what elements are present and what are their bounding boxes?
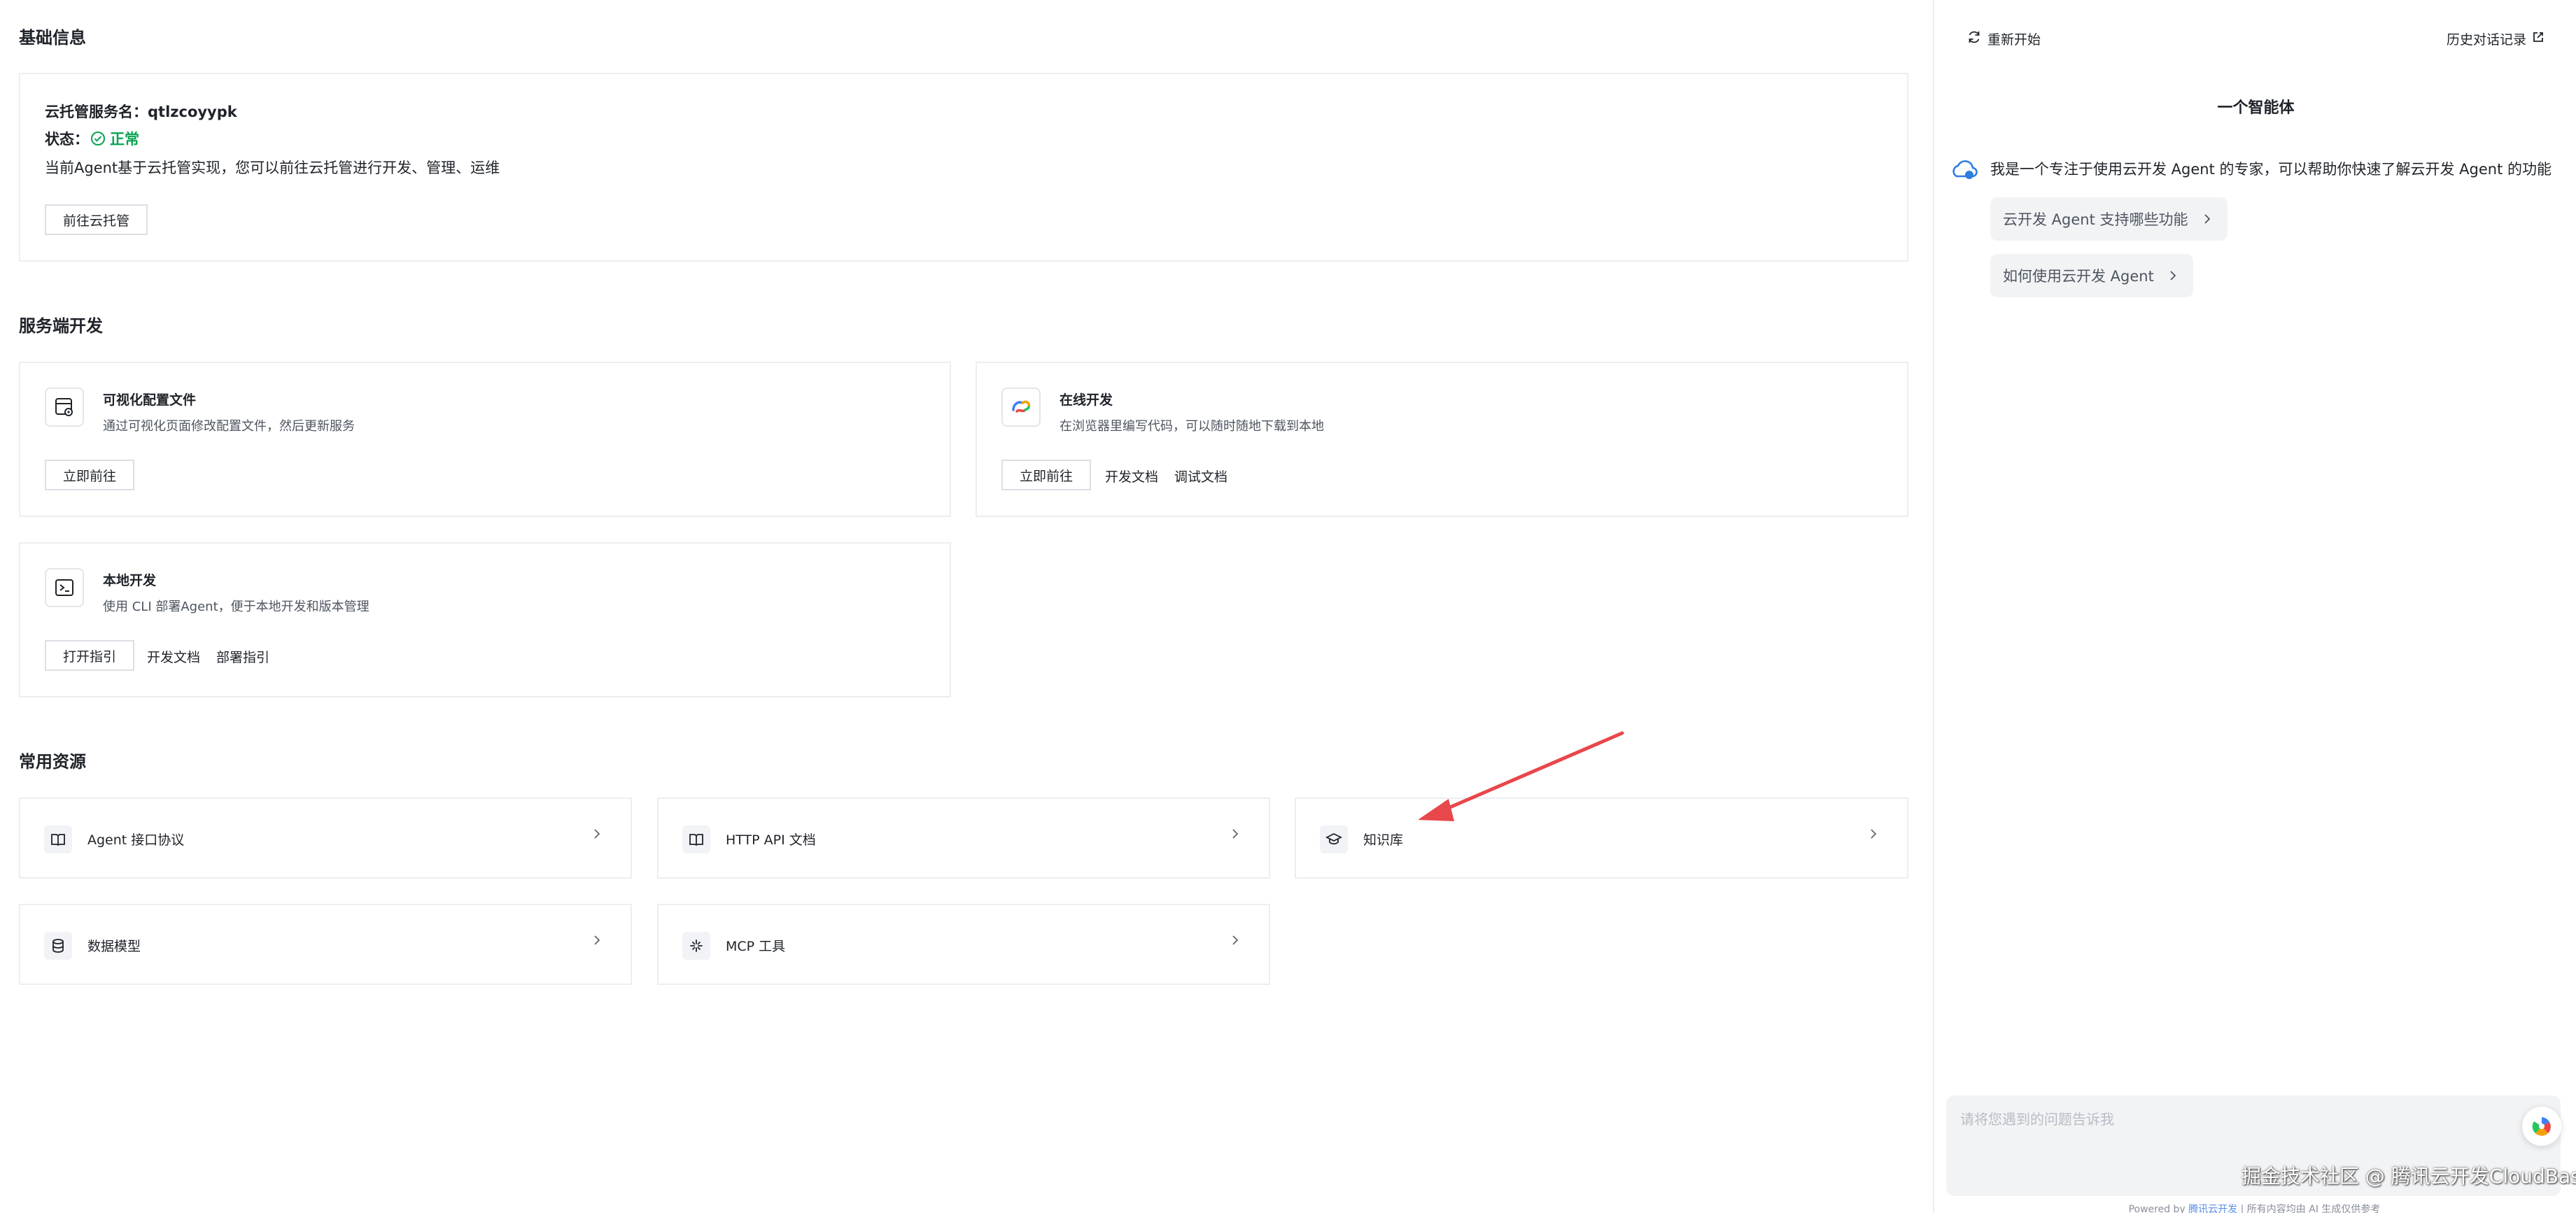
suggestion-features[interactable]: 云开发 Agent 支持哪些功能 bbox=[1990, 197, 2227, 241]
suggestion-label: 如何使用云开发 Agent bbox=[2003, 268, 2154, 285]
config-file-icon bbox=[45, 388, 84, 427]
book-icon bbox=[682, 825, 710, 853]
agent-avatar-icon bbox=[1950, 158, 1978, 185]
watermark: 掘金技术社区 @ 腾讯云开发CloudBase bbox=[2241, 1165, 2576, 1188]
visual-config-go-button[interactable]: 立即前往 bbox=[45, 460, 135, 490]
resource-mcp-tools[interactable]: MCP 工具 bbox=[657, 904, 1270, 985]
footer-brand-link[interactable]: 腾讯云开发 bbox=[2188, 1204, 2237, 1213]
resource-label: Agent 接口协议 bbox=[87, 832, 185, 848]
refresh-icon bbox=[1966, 29, 1982, 48]
external-link-icon bbox=[2532, 31, 2545, 47]
agent-message: 我是一个专注于使用云开发 Agent 的专家，可以帮助你快速了解云开发 Agen… bbox=[1990, 161, 2552, 178]
history-label: 历史对话记录 bbox=[2447, 32, 2527, 48]
basic-info-title: 基础信息 bbox=[19, 28, 86, 48]
suggestion-label: 云开发 Agent 支持哪些功能 bbox=[2003, 211, 2188, 228]
footer-disclaimer: | 所有内容均由 AI 生成仅供参考 bbox=[2237, 1204, 2381, 1213]
local-dev-desc: 使用 CLI 部署Agent，便于本地开发和版本管理 bbox=[103, 600, 369, 614]
online-debug-docs-link[interactable]: 调试文档 bbox=[1174, 467, 1227, 485]
resource-label: MCP 工具 bbox=[726, 939, 786, 954]
server-dev-title: 服务端开发 bbox=[19, 316, 103, 336]
resource-knowledge-base[interactable]: 知识库 bbox=[1295, 797, 1908, 879]
open-guide-button[interactable]: 打开指引 bbox=[45, 640, 135, 671]
deploy-guide-link[interactable]: 部署指引 bbox=[216, 647, 269, 666]
database-icon bbox=[44, 932, 72, 960]
chevron-right-icon bbox=[1868, 827, 1879, 844]
status-badge: 正常 bbox=[110, 131, 139, 148]
visual-config-card: 可视化配置文件 通过可视化页面修改配置文件，然后更新服务 立即前往 bbox=[19, 362, 951, 517]
chevron-right-icon bbox=[2168, 269, 2178, 286]
suggestion-how-to-use[interactable]: 如何使用云开发 Agent bbox=[1990, 254, 2193, 297]
chevron-right-icon bbox=[1230, 827, 1241, 844]
online-dev-desc: 在浏览器里编写代码，可以随时随地下载到本地 bbox=[1060, 419, 1324, 434]
panel-footer: Powered by 腾讯云开发 | 所有内容均由 AI 生成仅供参考 bbox=[1933, 1202, 2576, 1213]
restart-button[interactable]: 重新开始 bbox=[1966, 29, 2041, 48]
resources-title: 常用资源 bbox=[19, 752, 86, 772]
restart-label: 重新开始 bbox=[1987, 32, 2041, 48]
chevron-right-icon bbox=[591, 827, 603, 844]
chat-panel: 重新开始 历史对话记录 一个智能体 我是一个专注于使用云开发 Agent 的专家… bbox=[1933, 0, 2576, 1213]
online-dev-title: 在线开发 bbox=[1060, 392, 1113, 408]
sparkle-icon bbox=[682, 932, 710, 960]
resource-label: 数据模型 bbox=[87, 939, 141, 954]
check-circle-icon bbox=[90, 131, 106, 146]
online-dev-card: 在线开发 在浏览器里编写代码，可以随时随地下载到本地 立即前往 开发文档 调试文… bbox=[976, 362, 1908, 517]
agent-name: 一个智能体 bbox=[2217, 99, 2295, 117]
resource-agent-protocol[interactable]: Agent 接口协议 bbox=[19, 797, 632, 879]
goto-cloudrun-button[interactable]: 前往云托管 bbox=[45, 204, 148, 235]
online-dev-docs-link[interactable]: 开发文档 bbox=[1105, 467, 1158, 485]
basic-info-card: 云托管服务名：qtlzcoyypk 状态： 正常 当前Agent基于云托管实现，… bbox=[19, 73, 1908, 262]
book-icon bbox=[44, 825, 72, 853]
local-dev-card: 本地开发 使用 CLI 部署Agent，便于本地开发和版本管理 打开指引 开发文… bbox=[19, 542, 951, 697]
online-dev-go-button[interactable]: 立即前往 bbox=[1001, 460, 1092, 490]
service-name-value: qtlzcoyypk bbox=[148, 104, 237, 120]
status-label: 状态： bbox=[45, 131, 89, 148]
visual-config-title: 可视化配置文件 bbox=[103, 392, 197, 408]
resource-label: HTTP API 文档 bbox=[726, 832, 816, 848]
resource-data-model[interactable]: 数据模型 bbox=[19, 904, 632, 985]
ai-assistant-button[interactable] bbox=[2522, 1107, 2561, 1146]
basic-info-description: 当前Agent基于云托管实现，您可以前往云托管进行开发、管理、运维 bbox=[45, 159, 500, 176]
chat-input[interactable] bbox=[1960, 1108, 2450, 1136]
chevron-right-icon bbox=[2202, 212, 2212, 229]
resource-label: 知识库 bbox=[1363, 832, 1404, 848]
history-button[interactable]: 历史对话记录 bbox=[2447, 29, 2545, 48]
footer-prefix: Powered by bbox=[2128, 1204, 2189, 1213]
service-name-label: 云托管服务名： bbox=[45, 104, 148, 120]
pinwheel-icon bbox=[2532, 1117, 2551, 1136]
chevron-right-icon bbox=[1230, 933, 1241, 950]
main-content: 基础信息 云托管服务名：qtlzcoyypk 状态： 正常 当前Agent基于云… bbox=[0, 0, 1933, 1213]
cloudbase-logo-icon bbox=[1001, 388, 1041, 427]
local-dev-title: 本地开发 bbox=[103, 573, 157, 588]
terminal-icon bbox=[45, 568, 84, 607]
chevron-right-icon bbox=[591, 933, 603, 950]
visual-config-desc: 通过可视化页面修改配置文件，然后更新服务 bbox=[103, 419, 355, 434]
resource-http-api[interactable]: HTTP API 文档 bbox=[657, 797, 1270, 879]
local-dev-docs-link[interactable]: 开发文档 bbox=[147, 647, 200, 666]
graduation-cap-icon bbox=[1320, 825, 1348, 853]
